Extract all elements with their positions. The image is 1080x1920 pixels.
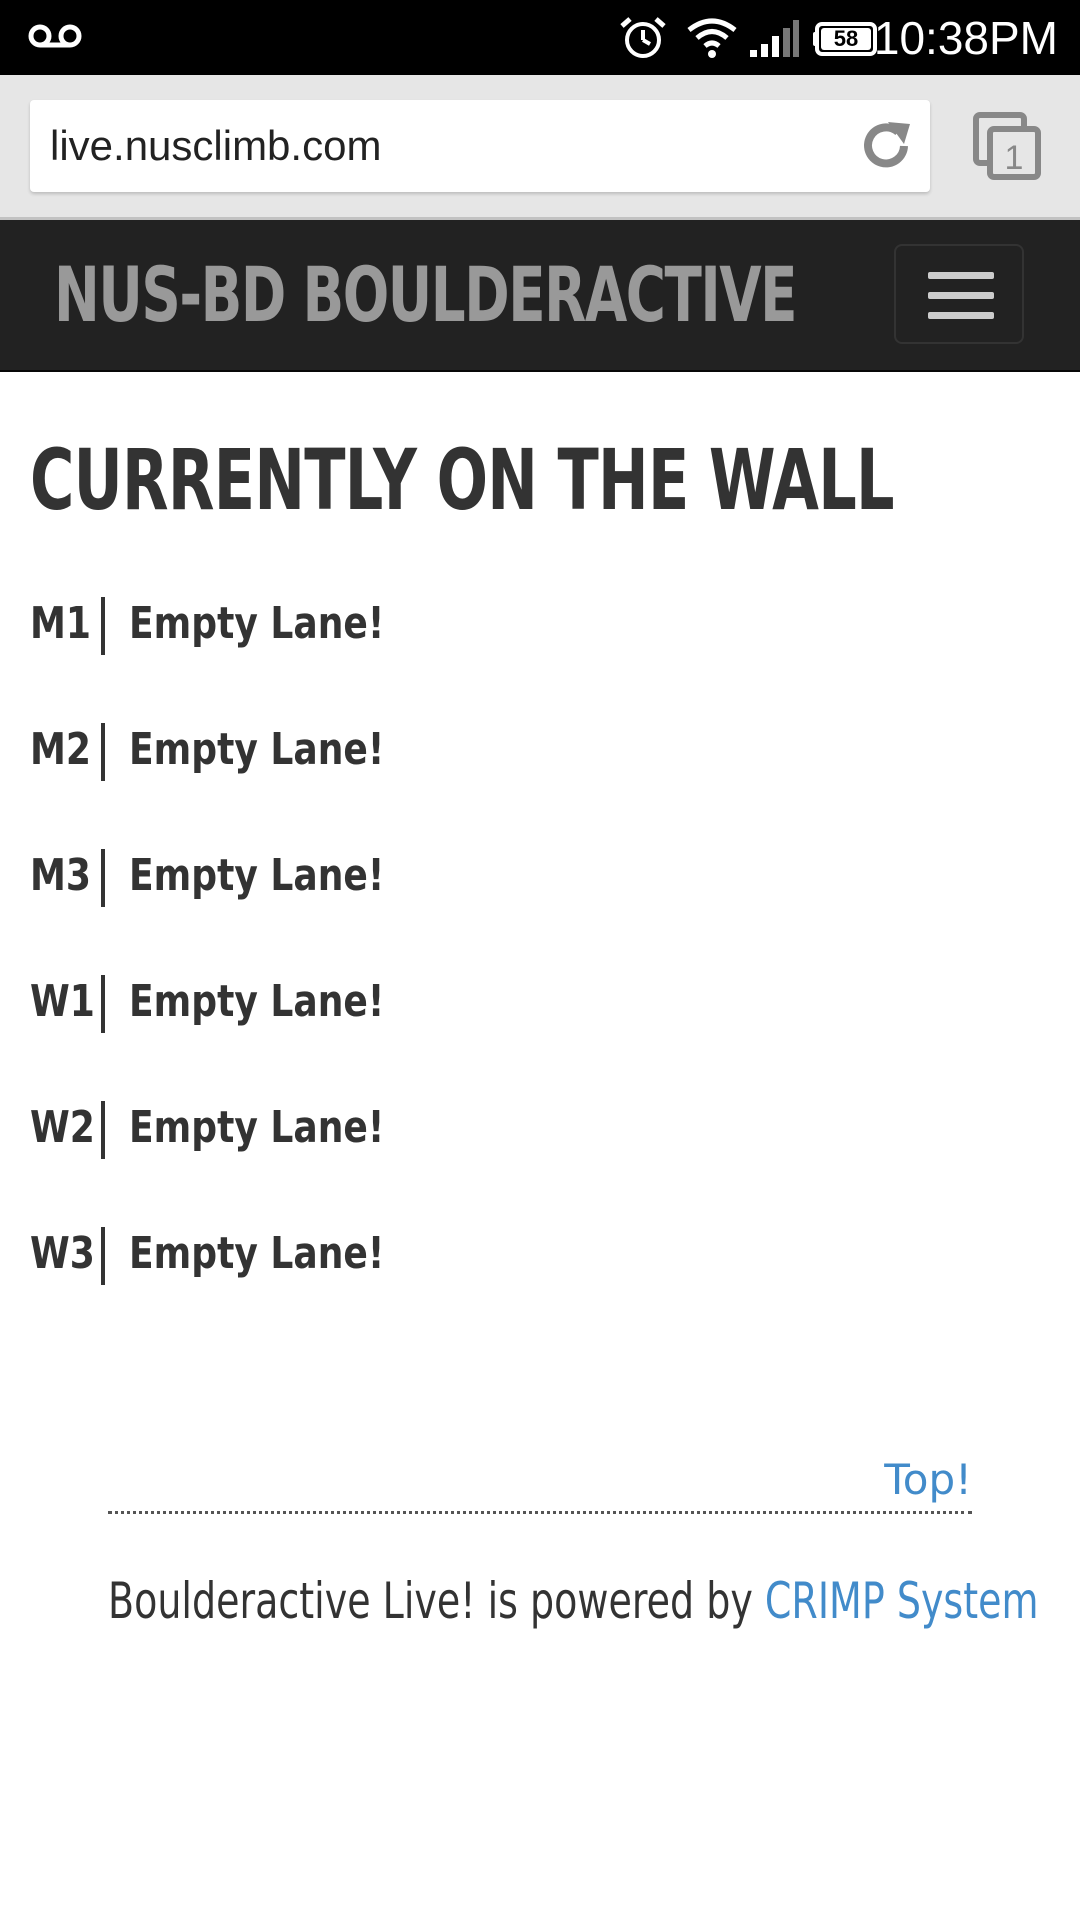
reload-icon[interactable]	[858, 118, 914, 174]
menu-bar-line	[928, 272, 994, 279]
lane-status: Empty Lane!	[129, 598, 385, 649]
lane-divider	[101, 849, 105, 907]
lane-divider	[101, 597, 105, 655]
browser-toolbar: live.nusclimb.com 1	[0, 75, 1080, 220]
site-navbar: NUS-BD BOULDERACTIVE	[0, 220, 1080, 372]
powered-by-text: Boulderactive Live! is powered by	[108, 1572, 765, 1630]
back-to-top-link[interactable]: Top!	[884, 1452, 972, 1508]
lane-list: M1 Empty Lane! M2 Empty Lane! M3 Empty L…	[30, 592, 1030, 1348]
alarm-icon	[620, 17, 666, 58]
crimp-system-link[interactable]: CRIMP System	[765, 1572, 1039, 1630]
footer-divider	[108, 1511, 972, 1514]
address-bar[interactable]: live.nusclimb.com	[30, 100, 930, 192]
footer-credits: Boulderactive Live! is powered by CRIMP …	[108, 1570, 1039, 1632]
lane-row: W2 Empty Lane!	[30, 1096, 1030, 1222]
lane-status: Empty Lane!	[129, 1228, 385, 1279]
lane-status: Empty Lane!	[129, 976, 385, 1027]
url-text[interactable]: live.nusclimb.com	[50, 100, 381, 192]
site-brand[interactable]: NUS-BD BOULDERACTIVE	[54, 220, 798, 370]
wifi-icon	[687, 18, 737, 58]
lane-code: M3	[30, 850, 92, 901]
voicemail-icon	[28, 24, 82, 48]
status-clock: 10:38PM	[873, 12, 1058, 64]
lane-row: M3 Empty Lane!	[30, 844, 1030, 970]
signal-icon	[750, 20, 799, 57]
lane-row: W1 Empty Lane!	[30, 970, 1030, 1096]
menu-bar-line	[928, 312, 994, 319]
menu-bar-line	[928, 292, 994, 299]
lane-status: Empty Lane!	[129, 724, 385, 775]
lane-divider	[101, 1227, 105, 1285]
lane-status: Empty Lane!	[129, 1102, 385, 1153]
lane-row: M2 Empty Lane!	[30, 718, 1030, 844]
lane-row: W3 Empty Lane!	[30, 1222, 1030, 1348]
lane-code: M1	[30, 598, 92, 649]
battery-level: 58	[821, 26, 871, 51]
lane-divider	[101, 1101, 105, 1159]
lane-divider	[101, 975, 105, 1033]
hamburger-menu-icon[interactable]	[894, 244, 1024, 344]
page-title: CURRENTLY ON THE WALL	[30, 431, 895, 529]
lane-divider	[101, 723, 105, 781]
tabs-icon[interactable]: 1	[972, 111, 1044, 183]
lane-code: W2	[30, 1102, 95, 1153]
lane-code: W1	[30, 976, 95, 1027]
lane-code: M2	[30, 724, 92, 775]
tab-count: 1	[1005, 139, 1024, 177]
battery-icon: 58	[815, 22, 877, 56]
status-bar: 58 10:38PM	[0, 0, 1080, 75]
lane-status: Empty Lane!	[129, 850, 385, 901]
lane-code: W3	[30, 1228, 95, 1279]
lane-row: M1 Empty Lane!	[30, 592, 1030, 718]
